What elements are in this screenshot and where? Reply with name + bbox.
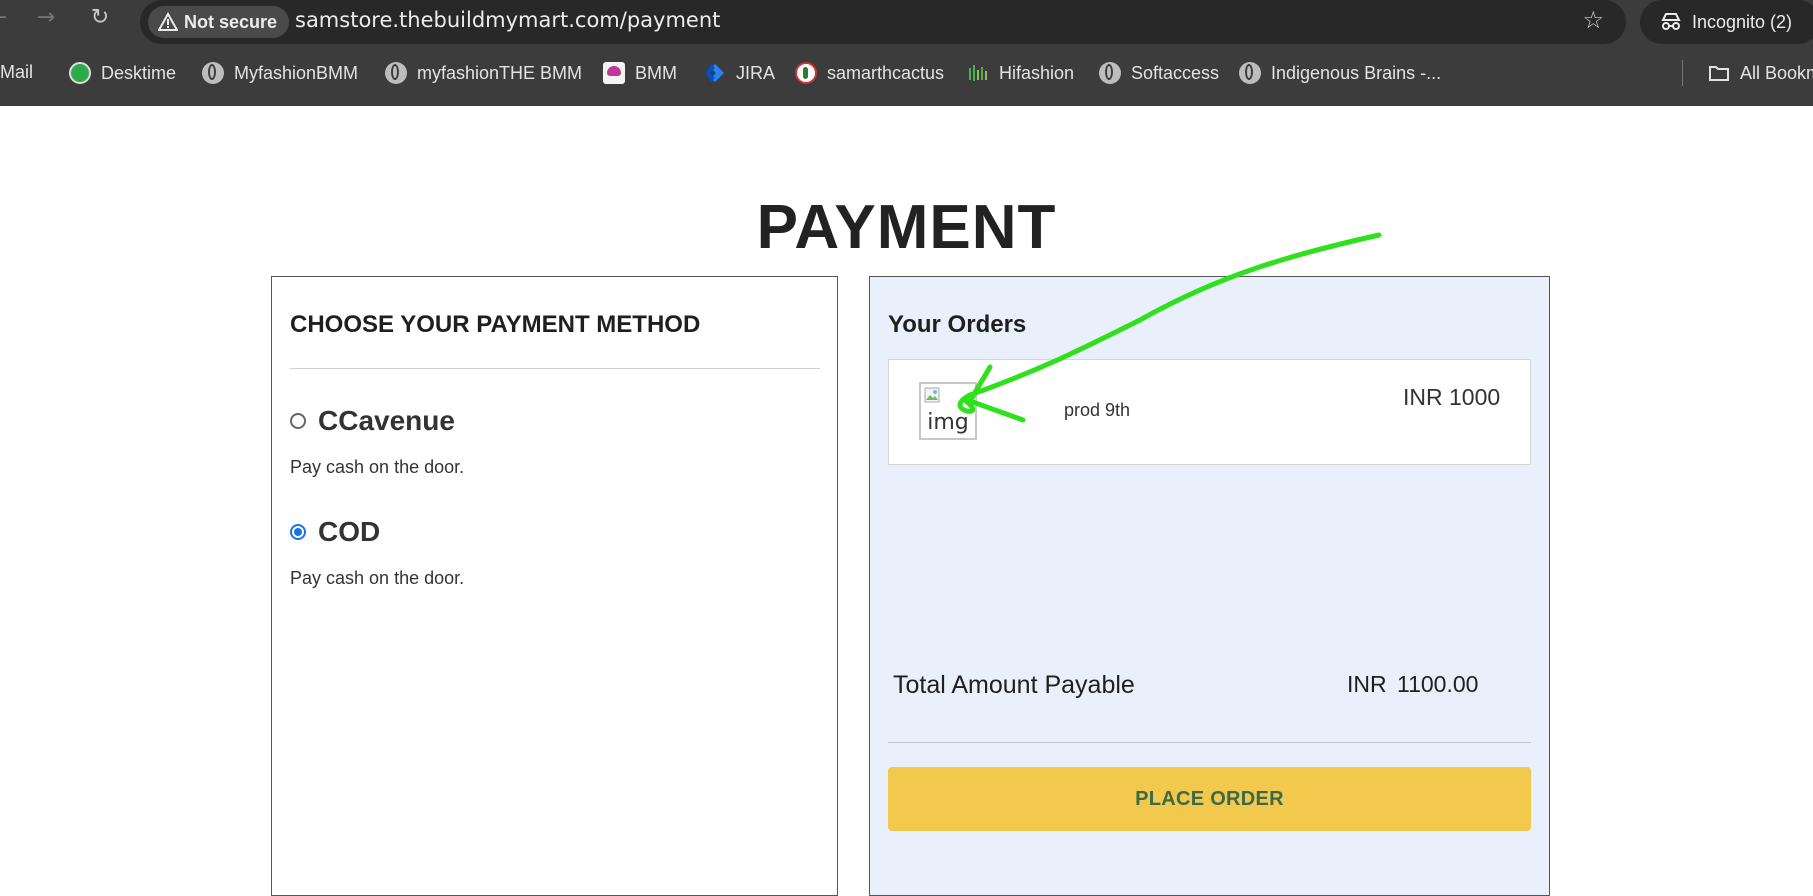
bookmark-label: Softaccess	[1131, 62, 1220, 83]
broken-image-icon	[924, 387, 940, 403]
back-button[interactable]: ←	[0, 4, 12, 32]
bookmark-star-icon[interactable]: ☆	[1582, 6, 1604, 34]
bookmark-indigenous-brains[interactable]: Indigenous Brains -...	[1239, 62, 1441, 84]
bookmark-mail[interactable]: Mail	[0, 62, 33, 83]
globe-icon	[385, 62, 407, 84]
bookmark-label: myfashionTHE BMM	[417, 62, 583, 83]
bookmark-myfashionbmm[interactable]: MyfashionBMM	[202, 62, 358, 84]
total-amount-label: Total Amount Payable	[893, 671, 1135, 699]
bookmark-softaccess[interactable]: Softaccess	[1099, 62, 1219, 84]
payment-option-label[interactable]: CCavenue	[318, 405, 455, 437]
bookmark-label: Desktime	[101, 62, 177, 83]
bookmark-bmm[interactable]: BMM	[603, 62, 677, 84]
bookmark-label: JIRA	[736, 62, 776, 83]
product-image: img	[919, 382, 977, 440]
bookmark-label: samarthcactus	[827, 62, 945, 83]
bookmark-hifashion[interactable]: Hifashion	[967, 62, 1074, 84]
divider	[290, 368, 820, 369]
globe-icon	[1099, 62, 1121, 84]
product-price: INR 1000	[1403, 384, 1501, 410]
orders-panel: Your Orders img prod 9th INR 1000 Total …	[869, 276, 1550, 896]
total-amount-value: 1100.00	[1397, 671, 1479, 697]
bookmark-desktime[interactable]: Desktime	[69, 62, 176, 84]
orders-heading: Your Orders	[888, 311, 1027, 338]
bookmark-myfashionthebmm[interactable]: myfashionTHE BMM	[385, 62, 582, 84]
forward-button[interactable]: →	[32, 4, 60, 32]
divider	[888, 742, 1531, 743]
bookmark-samarthcactus[interactable]: samarthcactus	[795, 62, 944, 84]
address-bar[interactable]: Not secure samstore.thebuildmymart.com/p…	[140, 0, 1626, 44]
globe-icon	[1239, 62, 1261, 84]
payment-method-panel: CHOOSE YOUR PAYMENT METHOD CCavenue Pay …	[271, 276, 838, 896]
ccavenue-radio[interactable]	[290, 413, 306, 429]
globe-icon	[202, 62, 224, 84]
bookmark-label: MyfashionBMM	[234, 62, 359, 83]
product-name: prod 9th	[1064, 400, 1131, 420]
bookmarks-divider	[1682, 60, 1683, 86]
payment-option-ccavenue[interactable]: CCavenue	[290, 405, 455, 437]
bmm-icon	[603, 62, 625, 84]
payment-method-heading: CHOOSE YOUR PAYMENT METHOD	[290, 311, 701, 338]
all-bookmarks-label: All Bookm	[1740, 62, 1813, 83]
bookmark-label: BMM	[635, 62, 677, 83]
folder-icon	[1709, 66, 1729, 81]
bookmark-label: Indigenous Brains -...	[1271, 62, 1442, 83]
all-bookmarks-button[interactable]: All Bookm	[1708, 62, 1813, 84]
order-item: img prod 9th INR 1000	[888, 359, 1531, 465]
browser-chrome: ← → ↻ Not secure samstore.thebuildmymart…	[0, 0, 1813, 106]
payment-option-label[interactable]: COD	[318, 516, 380, 548]
image-alt-text: img	[927, 410, 969, 435]
incognito-label: Incognito (2)	[1692, 11, 1793, 32]
url-text[interactable]: samstore.thebuildmymart.com/payment	[295, 8, 720, 32]
bookmark-label: Mail	[0, 62, 34, 82]
total-currency: INR	[1347, 671, 1387, 697]
incognito-icon	[1661, 13, 1681, 30]
bookmark-label: Hifashion	[999, 62, 1075, 83]
hifashion-icon	[969, 65, 987, 81]
cod-radio[interactable]	[290, 524, 306, 540]
reload-button[interactable]: ↻	[86, 4, 114, 32]
warning-icon	[158, 12, 178, 31]
jira-icon	[706, 64, 724, 82]
bookmark-jira[interactable]: JIRA	[704, 62, 775, 84]
page-title: PAYMENT	[756, 193, 1057, 262]
security-label: Not secure	[184, 11, 278, 32]
cactus-icon	[795, 62, 817, 84]
bookmarks-bar: Mail Desktime MyfashionBMM myfashionTHE …	[0, 52, 1813, 96]
payment-option-cod[interactable]: COD	[290, 516, 380, 548]
desktime-icon	[69, 62, 91, 84]
payment-option-description: Pay cash on the door.	[290, 568, 465, 588]
incognito-indicator[interactable]: Incognito (2)	[1640, 0, 1813, 44]
place-order-button[interactable]: PLACE ORDER	[888, 767, 1531, 831]
site-info-chip[interactable]: Not secure	[148, 6, 290, 38]
payment-option-description: Pay cash on the door.	[290, 457, 465, 477]
